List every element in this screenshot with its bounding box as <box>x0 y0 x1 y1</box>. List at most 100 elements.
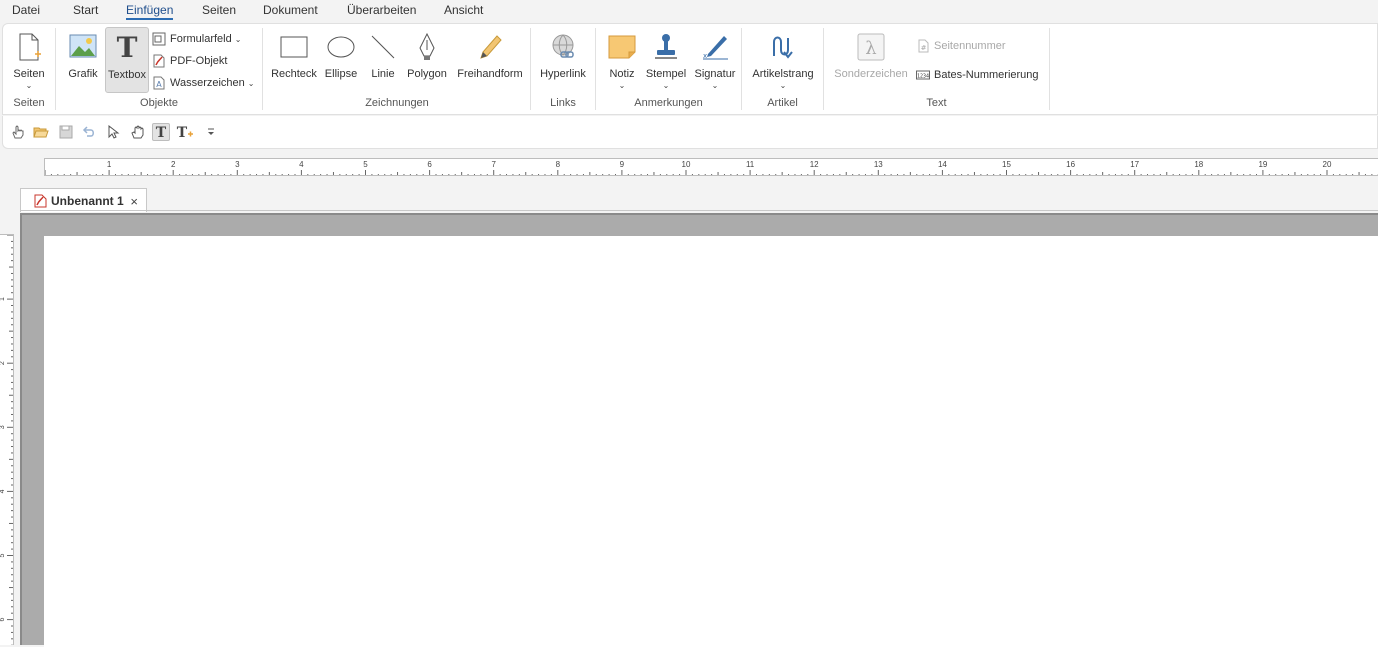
group-seiten: Seiten ⌄ Seiten <box>3 24 55 114</box>
ellipse-button[interactable]: Ellipse <box>321 27 361 93</box>
chevron-down-icon: ⌄ <box>247 78 255 88</box>
sonderzeichen-label: Sonderzeichen <box>834 68 908 80</box>
group-label-anmerkungen: Anmerkungen <box>634 97 703 109</box>
vertical-ruler: 1 2 3 4 5 6 <box>0 234 14 645</box>
textbox-icon: T <box>117 33 138 63</box>
ruler-number: 17 <box>1130 160 1139 169</box>
undo-icon[interactable] <box>80 123 98 141</box>
polygon-label: Polygon <box>407 68 447 80</box>
ruler-number: 11 <box>746 160 755 169</box>
bates-nummerierung-button[interactable]: 1234 Bates-Nummerierung <box>916 65 1039 85</box>
wasserzeichen-label: Wasserzeichen <box>170 77 245 89</box>
svg-text:T: T <box>117 33 138 63</box>
stempel-label: Stempel <box>645 68 687 80</box>
menu-seiten[interactable]: Seiten <box>202 3 236 17</box>
seiten-button[interactable]: Seiten ⌄ <box>9 27 49 93</box>
close-icon[interactable]: × <box>130 194 138 209</box>
seitennummer-label: Seitennummer <box>934 40 1006 52</box>
group-divider <box>1049 28 1050 110</box>
svg-text:T: T <box>156 125 167 139</box>
hand-pointer-icon[interactable] <box>9 123 27 141</box>
chevron-down-icon: ⌄ <box>618 81 626 90</box>
menu-ansicht[interactable]: Ansicht <box>444 3 483 17</box>
artikelstrang-button[interactable]: Artikelstrang ⌄ <box>748 27 818 93</box>
pdf-document-icon <box>34 194 47 207</box>
notiz-button[interactable]: Notiz ⌄ <box>603 27 641 93</box>
watermark-icon: A <box>153 76 165 90</box>
ruler-number: 4 <box>0 489 6 493</box>
sticky-note-icon <box>608 35 636 59</box>
ruler-number: 6 <box>0 618 6 622</box>
text-add-icon[interactable]: T <box>176 123 194 141</box>
polygon-button[interactable]: Polygon <box>403 27 451 93</box>
select-arrow-icon[interactable] <box>104 123 122 141</box>
svg-text:#: # <box>921 44 927 52</box>
save-icon[interactable] <box>57 123 75 141</box>
ribbon: Seiten ⌄ Seiten Grafik T Textbox Formula… <box>2 23 1378 115</box>
svg-text:λ: λ <box>865 38 876 59</box>
ruler-number: 5 <box>0 553 6 557</box>
sonderzeichen-button[interactable]: λ Sonderzeichen <box>829 27 913 93</box>
horizontal-ruler-scale: 1 2 3 4 5 6 7 8 9 10 11 12 13 14 15 16 17 18 19 20 <box>45 160 1378 175</box>
text-tool-icon[interactable]: T <box>152 123 170 141</box>
menu-dokument[interactable]: Dokument <box>263 3 318 17</box>
rechteck-label: Rechteck <box>271 68 317 80</box>
grafik-button[interactable]: Grafik <box>61 27 105 93</box>
menu-datei[interactable]: Datei <box>12 3 40 17</box>
seiten-label: Seiten <box>13 68 45 80</box>
ruler-number: 3 <box>235 160 240 169</box>
article-thread-icon <box>773 36 793 59</box>
document-page[interactable] <box>44 236 1378 647</box>
rechteck-button[interactable]: Rechteck <box>269 27 319 93</box>
hyperlink-globe-icon <box>552 34 574 58</box>
horizontal-ruler: 1 2 3 4 5 6 7 8 9 10 11 12 13 14 15 16 17 18 19 20 <box>44 158 1378 176</box>
document-workspace[interactable] <box>20 213 1378 647</box>
group-anmerkungen: Notiz ⌄ Stempel ⌄ x Signatur ⌄ Anmerkung… <box>596 24 741 114</box>
signatur-button[interactable]: x Signatur ⌄ <box>691 27 739 93</box>
group-label-text: Text <box>926 97 947 109</box>
linie-label: Linie <box>371 68 395 80</box>
group-objekte: Grafik T Textbox Formularfeld ⌄ PDF-Obje… <box>56 24 262 114</box>
signature-pen-icon: x <box>703 36 728 60</box>
ruler-number: 10 <box>682 160 691 169</box>
customize-dropdown-icon[interactable] <box>202 123 220 141</box>
ruler-number: 2 <box>171 160 176 169</box>
wasserzeichen-button[interactable]: A Wasserzeichen ⌄ <box>152 73 255 93</box>
group-links: Hyperlink Links <box>531 24 595 114</box>
seitennummer-button[interactable]: # Seitennummer <box>916 36 1006 56</box>
ruler-number: 6 <box>427 160 432 169</box>
stempel-button[interactable]: Stempel ⌄ <box>643 27 689 93</box>
quick-access-toolbar: T T <box>2 116 1378 149</box>
group-artikel: Artikelstrang ⌄ Artikel <box>742 24 823 114</box>
pan-hand-icon[interactable] <box>129 123 147 141</box>
stamp-icon <box>655 34 677 59</box>
pdf-object-icon <box>153 54 165 68</box>
formularfeld-button[interactable]: Formularfeld ⌄ <box>152 29 241 49</box>
open-folder-icon[interactable] <box>32 123 50 141</box>
group-text: λ Sonderzeichen # Seitennummer 1234 Bate… <box>824 24 1049 114</box>
tab-unbenannt-1[interactable]: Unbenannt 1 × <box>20 188 147 212</box>
menu-ueberarbeiten[interactable]: Überarbeiten <box>347 3 416 17</box>
ruler-number: 13 <box>874 160 883 169</box>
ruler-number: 1 <box>107 160 112 169</box>
bates-numbering-icon: 1234 <box>916 70 930 80</box>
pencil-icon <box>480 35 502 59</box>
ruler-number: 19 <box>1258 160 1267 169</box>
svg-text:x: x <box>703 52 707 60</box>
document-tab-strip: Unbenannt 1 × <box>20 188 1378 212</box>
menu-start[interactable]: Start <box>73 3 98 17</box>
freihandform-button[interactable]: Freihandform <box>453 27 527 93</box>
image-icon <box>69 34 97 58</box>
grafik-label: Grafik <box>68 68 98 80</box>
hyperlink-button[interactable]: Hyperlink <box>537 27 589 93</box>
linie-button[interactable]: Linie <box>365 27 401 93</box>
ruler-number: 20 <box>1323 160 1332 169</box>
chevron-down-icon: ⌄ <box>662 81 670 90</box>
pdf-objekt-button[interactable]: PDF-Objekt <box>152 51 227 71</box>
ruler-number: 4 <box>299 160 304 169</box>
ruler-number: 14 <box>938 160 947 169</box>
textbox-button[interactable]: T Textbox <box>105 27 149 93</box>
hyperlink-label: Hyperlink <box>540 68 586 80</box>
pdf-objekt-label: PDF-Objekt <box>170 55 228 67</box>
menu-einfuegen[interactable]: Einfügen <box>126 3 174 20</box>
